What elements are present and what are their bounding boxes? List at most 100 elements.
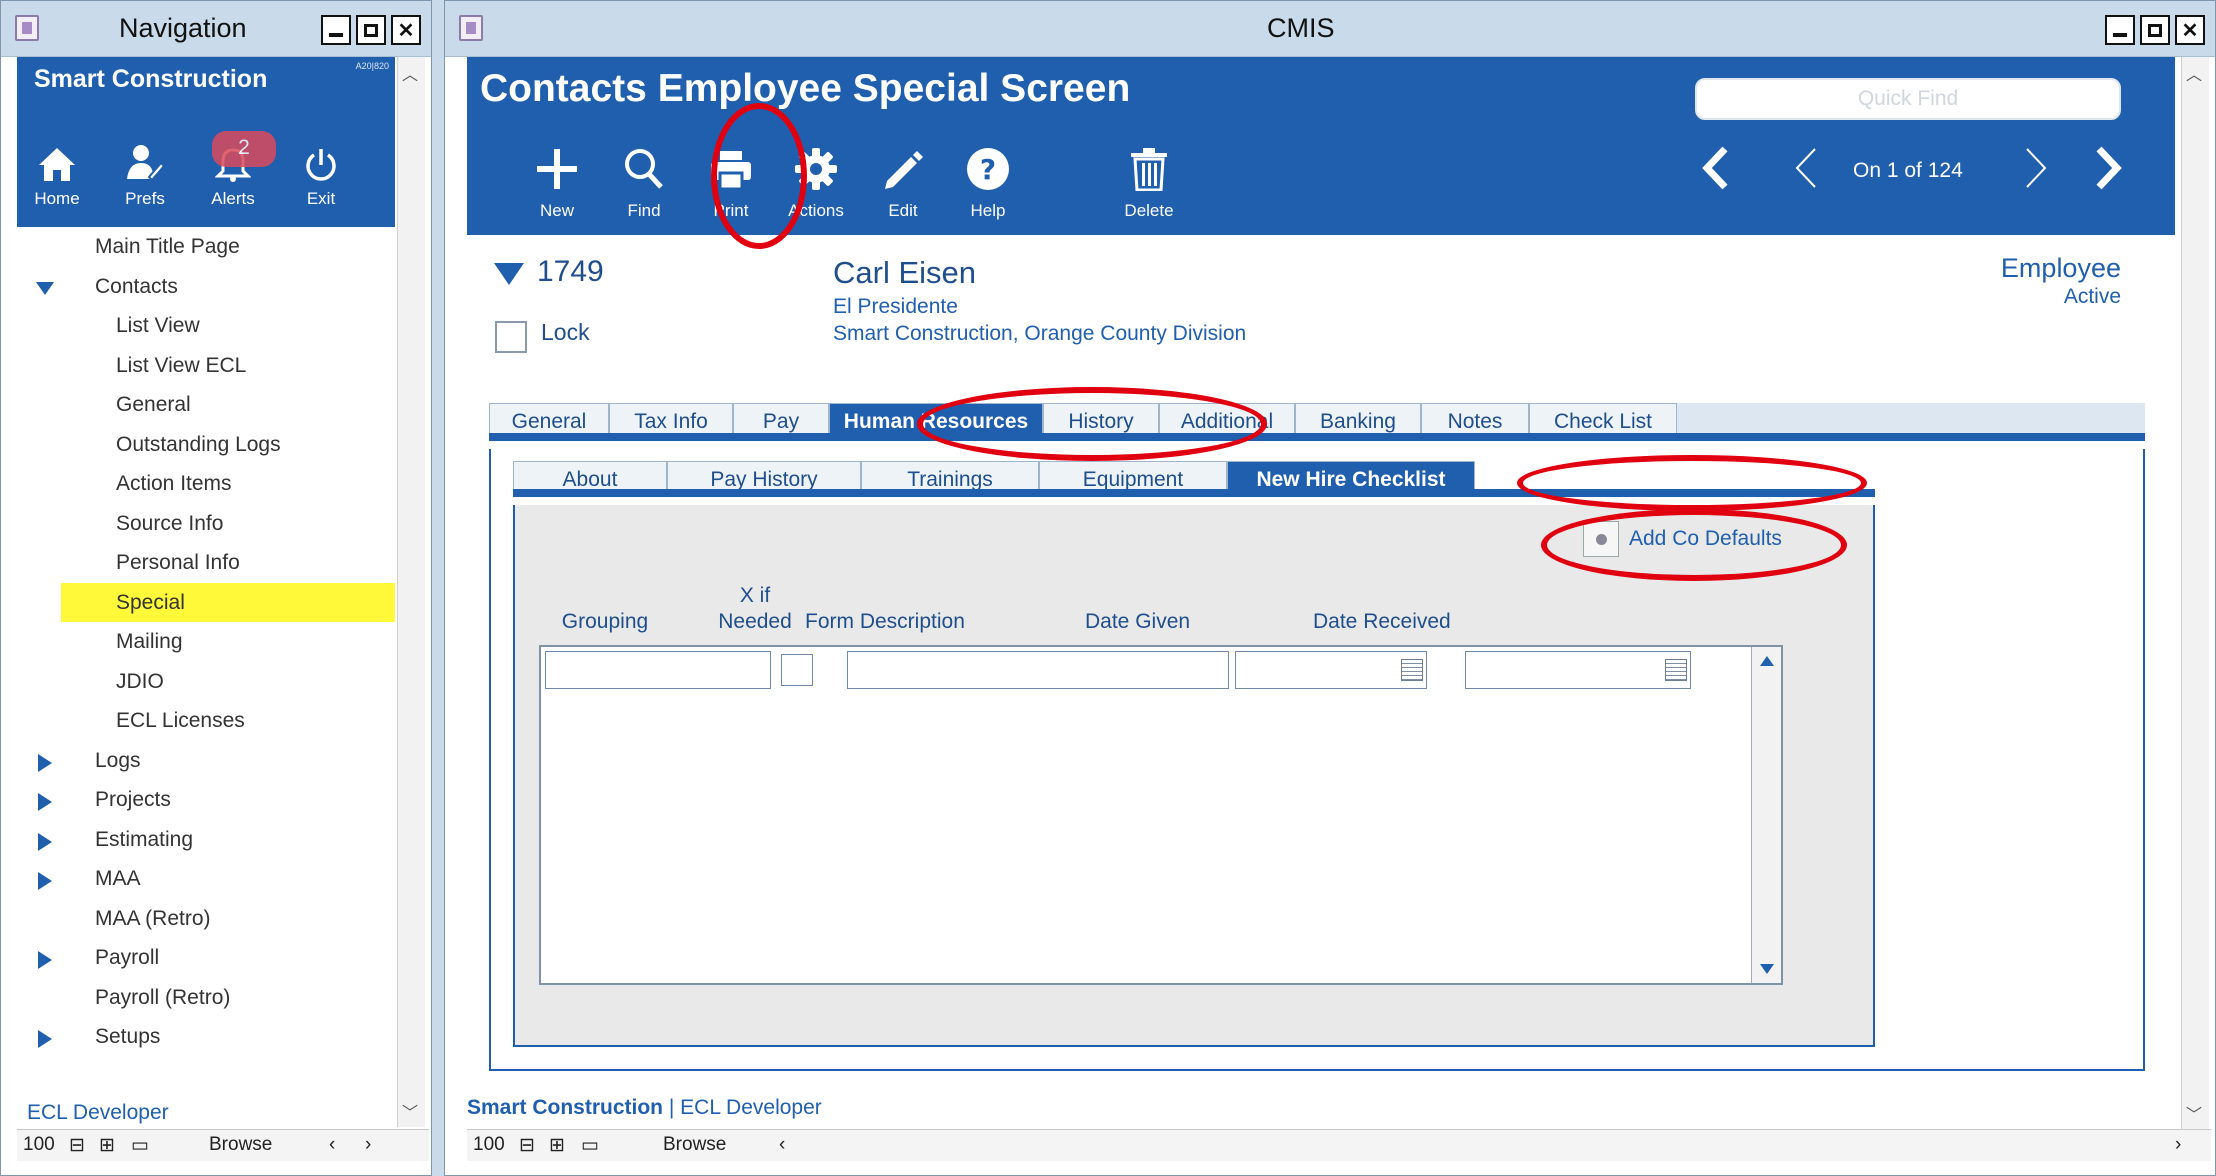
x-if-needed-checkbox[interactable] bbox=[781, 654, 813, 686]
scroll-up-icon[interactable] bbox=[1759, 655, 1775, 667]
main-statusbar: 100 ⊟ ⊞ ▭ Browse ‹ › bbox=[467, 1129, 2211, 1161]
nav-item-payroll-retro[interactable]: Payroll (Retro) bbox=[17, 978, 395, 1018]
subtab-about[interactable]: About bbox=[513, 461, 667, 489]
nav-item-special[interactable]: Special bbox=[61, 582, 395, 622]
minimize-button[interactable] bbox=[2105, 15, 2135, 45]
collapsed-triangle-icon[interactable] bbox=[35, 753, 55, 773]
maximize-button[interactable] bbox=[356, 15, 386, 45]
tab-check-list[interactable]: Check List bbox=[1529, 403, 1677, 433]
nav-item-action-items[interactable]: Action Items bbox=[17, 464, 395, 504]
calendar-icon[interactable] bbox=[1665, 659, 1687, 681]
col-x-if-line2: Needed bbox=[718, 610, 792, 633]
grouping-field[interactable] bbox=[545, 651, 771, 689]
toolbar-toggle-icon[interactable]: ▭ bbox=[581, 1134, 599, 1157]
toolbar-toggle-icon[interactable]: ▭ bbox=[131, 1134, 149, 1157]
scroll-up-icon[interactable]: ︿ bbox=[2186, 61, 2202, 85]
maximize-button[interactable] bbox=[2140, 15, 2170, 45]
tab-tax-info[interactable]: Tax Info bbox=[609, 403, 733, 433]
cmis-titlebar[interactable]: CMIS ✕ bbox=[445, 1, 2215, 57]
nav-item-payroll[interactable]: Payroll bbox=[17, 938, 395, 978]
expanded-triangle-icon[interactable] bbox=[35, 279, 55, 299]
lock-checkbox[interactable] bbox=[495, 321, 527, 353]
zoom-level[interactable]: 100 bbox=[473, 1134, 505, 1156]
help-icon: ? bbox=[967, 148, 1009, 190]
collapsed-triangle-icon[interactable] bbox=[35, 871, 55, 891]
nav-item-ecl-licenses[interactable]: ECL Licenses bbox=[17, 701, 395, 741]
collapsed-triangle-icon[interactable] bbox=[35, 792, 55, 812]
subtab-trainings[interactable]: Trainings bbox=[861, 461, 1039, 489]
zoom-level[interactable]: 100 bbox=[23, 1134, 55, 1156]
zoom-out-icon[interactable]: ⊟ bbox=[69, 1134, 85, 1157]
scroll-left-icon[interactable]: ‹ bbox=[329, 1134, 335, 1156]
edit-button[interactable]: Edit bbox=[863, 147, 943, 221]
nav-item-setups[interactable]: Setups bbox=[17, 1017, 395, 1057]
minimize-button[interactable] bbox=[321, 15, 351, 45]
search-icon bbox=[625, 149, 663, 189]
tab-notes[interactable]: Notes bbox=[1421, 403, 1529, 433]
previous-record-icon[interactable] bbox=[1787, 145, 1827, 191]
footer-org: Smart Construction bbox=[467, 1096, 664, 1119]
scroll-left-icon[interactable]: ‹ bbox=[779, 1134, 785, 1156]
new-button[interactable]: New bbox=[517, 147, 597, 221]
contact-type: Employee bbox=[2000, 253, 2121, 283]
nav-scrollbar[interactable]: ︿ ﹀ bbox=[397, 57, 425, 1127]
exit-button[interactable]: Exit bbox=[281, 143, 361, 209]
nav-item-main-title-page[interactable]: Main Title Page bbox=[17, 227, 395, 267]
scroll-right-icon[interactable]: › bbox=[2175, 1134, 2181, 1156]
prefs-button[interactable]: Prefs bbox=[105, 143, 185, 209]
delete-button[interactable]: Delete bbox=[1109, 147, 1189, 221]
nav-titlebar[interactable]: Navigation ✕ bbox=[1, 1, 431, 57]
nav-item-source-info[interactable]: Source Info bbox=[17, 504, 395, 544]
subtab-pay-history[interactable]: Pay History bbox=[667, 461, 861, 489]
next-record-icon[interactable] bbox=[2015, 145, 2055, 191]
tab-banking[interactable]: Banking bbox=[1295, 403, 1421, 433]
last-record-icon[interactable] bbox=[2087, 145, 2127, 191]
collapsed-triangle-icon[interactable] bbox=[35, 1029, 55, 1049]
first-record-icon[interactable] bbox=[1697, 145, 1737, 191]
tab-pay[interactable]: Pay bbox=[733, 403, 829, 433]
scroll-right-icon[interactable]: › bbox=[365, 1134, 371, 1156]
scroll-down-icon[interactable]: ﹀ bbox=[2186, 1101, 2202, 1125]
close-button[interactable]: ✕ bbox=[391, 15, 421, 45]
zoom-in-icon[interactable]: ⊞ bbox=[549, 1134, 565, 1157]
zoom-out-icon[interactable]: ⊟ bbox=[519, 1134, 535, 1157]
nav-item-logs[interactable]: Logs bbox=[17, 741, 395, 781]
collapse-triangle-icon[interactable] bbox=[493, 261, 525, 287]
nav-item-list-view[interactable]: List View bbox=[17, 306, 395, 346]
close-button[interactable]: ✕ bbox=[2175, 15, 2205, 45]
form-description-field[interactable] bbox=[847, 651, 1229, 689]
find-button[interactable]: Find bbox=[604, 147, 684, 221]
nav-item-general[interactable]: General bbox=[17, 385, 395, 425]
nav-item-personal-info[interactable]: Personal Info bbox=[17, 543, 395, 583]
date-received-field[interactable] bbox=[1465, 651, 1691, 689]
home-button[interactable]: Home bbox=[17, 143, 97, 209]
nav-item-maa-retro[interactable]: MAA (Retro) bbox=[17, 899, 395, 939]
help-button[interactable]: ? Help bbox=[948, 147, 1028, 221]
calendar-icon[interactable] bbox=[1401, 659, 1423, 681]
main-scrollbar[interactable]: ︿ ﹀ bbox=[2181, 57, 2209, 1129]
nav-item-jdio[interactable]: JDIO bbox=[17, 662, 395, 702]
nav-item-contacts[interactable]: Contacts bbox=[17, 267, 395, 307]
zoom-in-icon[interactable]: ⊞ bbox=[99, 1134, 115, 1157]
scroll-up-icon[interactable]: ︿ bbox=[402, 61, 418, 85]
quick-find-input[interactable]: Quick Find bbox=[1695, 78, 2121, 120]
col-grouping: Grouping bbox=[561, 610, 649, 633]
nav-item-list-view-ecl[interactable]: List View ECL bbox=[17, 346, 395, 386]
collapsed-triangle-icon[interactable] bbox=[35, 832, 55, 852]
nav-item-maa[interactable]: MAA bbox=[17, 859, 395, 899]
tab-general[interactable]: General bbox=[489, 403, 609, 433]
nav-item-estimating[interactable]: Estimating bbox=[17, 820, 395, 860]
scroll-down-icon[interactable]: ﹀ bbox=[402, 1099, 418, 1123]
subtab-new-hire-checklist[interactable]: New Hire Checklist bbox=[1227, 461, 1475, 489]
subtab-equipment[interactable]: Equipment bbox=[1039, 461, 1227, 489]
portal-scrollbar[interactable] bbox=[1751, 647, 1781, 983]
new-hire-checklist-panel: Add Co Defaults Grouping X if Needed For… bbox=[513, 505, 1875, 1047]
nav-item-outstanding-logs[interactable]: Outstanding Logs bbox=[17, 425, 395, 465]
home-icon bbox=[39, 148, 75, 181]
collapsed-triangle-icon[interactable] bbox=[35, 950, 55, 970]
date-given-field[interactable] bbox=[1235, 651, 1427, 689]
scroll-down-icon[interactable] bbox=[1759, 963, 1775, 975]
nav-item-mailing[interactable]: Mailing bbox=[17, 622, 395, 662]
nav-header: Smart Construction A20|820 Home Prefs Al… bbox=[17, 57, 395, 227]
nav-item-projects[interactable]: Projects bbox=[17, 780, 395, 820]
